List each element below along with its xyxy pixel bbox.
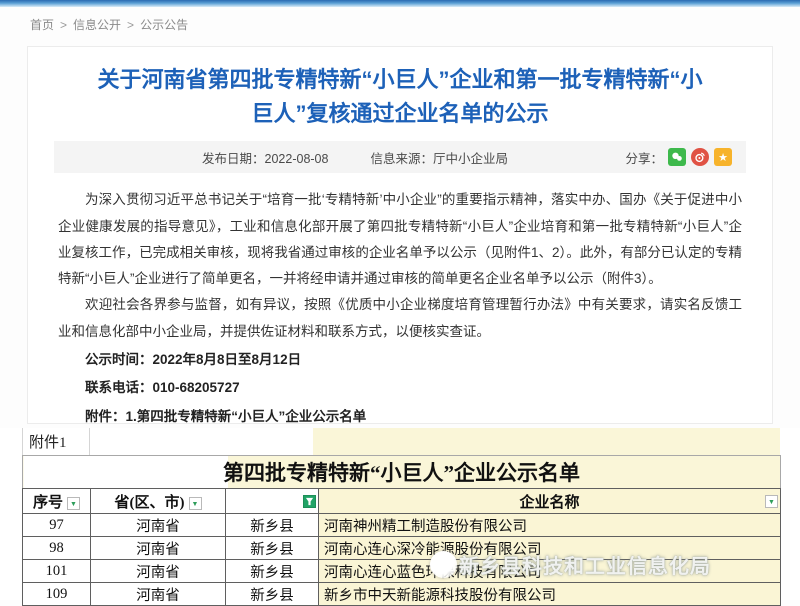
wechat-bubbles-glyph bbox=[671, 151, 683, 163]
cell-company: 河南心连心深冷能源股份有限公司 bbox=[319, 537, 781, 560]
publish-date-value: 2022-08-08 bbox=[265, 152, 329, 166]
cell-county: 新乡县 bbox=[226, 560, 319, 583]
article-paragraph: 为深入贯彻习近平总书记关于“培育一批‘专精特新’中小企业”的重要指示精神，落实中… bbox=[58, 187, 742, 292]
breadcrumb-separator: > bbox=[60, 18, 67, 32]
filter-dropdown-icon[interactable]: ▼ bbox=[67, 497, 80, 510]
cell-seq: 97 bbox=[23, 514, 91, 537]
cell-seq: 109 bbox=[23, 583, 91, 606]
breadcrumb-section[interactable]: 信息公开 bbox=[73, 18, 121, 32]
wechat-share-icon[interactable] bbox=[668, 148, 686, 166]
table-row: 97 河南省 新乡县 河南神州精工制造股份有限公司 bbox=[23, 514, 781, 537]
info-source: 信息来源：厅中小企业局 bbox=[370, 148, 508, 167]
weibo-glyph bbox=[694, 151, 706, 163]
table-row: 109 河南省 新乡县 新乡市中天新能源科技股份有限公司 bbox=[23, 583, 781, 606]
table-header-row: 序号 ▼ 省(区、市) ▼ 企业名称 ▼ bbox=[23, 489, 781, 514]
publish-date-label: 发布日期： bbox=[202, 152, 265, 166]
cell-province: 河南省 bbox=[91, 514, 226, 537]
breadcrumb-separator: > bbox=[127, 18, 134, 32]
yellow-column-spacer bbox=[313, 428, 780, 455]
company-header-label: 企业名称 bbox=[519, 495, 579, 511]
contact-phone-line: 联系电话：010-68205727 bbox=[58, 375, 742, 401]
cell-county: 新乡县 bbox=[226, 514, 319, 537]
table-title: 第四批专精特新“小巨人”企业公示名单 bbox=[23, 456, 781, 489]
breadcrumb: 首页 > 信息公开 > 公示公告 bbox=[30, 16, 188, 33]
filter-active-icon[interactable] bbox=[303, 495, 316, 508]
attachment-1: 1.第四批专精特新“小巨人”企业公示名单 bbox=[126, 409, 367, 424]
cell-county: 新乡县 bbox=[226, 583, 319, 606]
column-header-seq: 序号 ▼ bbox=[23, 489, 91, 514]
cell-seq: 101 bbox=[23, 560, 91, 583]
weibo-share-icon[interactable] bbox=[691, 148, 709, 166]
info-source-value: 厅中小企业局 bbox=[433, 152, 508, 166]
share-bar: 分享： ★ bbox=[625, 148, 732, 167]
attachments-label: 附件： bbox=[85, 409, 126, 424]
table-row: 98 河南省 新乡县 河南心连心深冷能源股份有限公司 bbox=[23, 537, 781, 560]
cell-company: 河南心连心蓝色环保科技有限公司 bbox=[319, 560, 781, 583]
column-header-province: 省(区、市) ▼ bbox=[91, 489, 226, 514]
attachment-line-1: 附件：1.第四批专精特新“小巨人”企业公示名单 bbox=[58, 404, 742, 430]
cell-province: 河南省 bbox=[91, 537, 226, 560]
table-title-row: 第四批专精特新“小巨人”企业公示名单 bbox=[23, 456, 781, 489]
star-icon: ★ bbox=[718, 151, 728, 164]
breadcrumb-current: 公示公告 bbox=[140, 18, 188, 32]
breadcrumb-home[interactable]: 首页 bbox=[30, 18, 54, 32]
filter-dropdown-icon[interactable]: ▼ bbox=[189, 497, 202, 510]
notice-time-line: 公示时间：2022年8月8日至8月12日 bbox=[58, 347, 742, 373]
cell-seq: 98 bbox=[23, 537, 91, 560]
article-meta-bar: 发布日期：2022-08-08 信息来源：厅中小企业局 分享： ★ bbox=[54, 141, 746, 173]
filter-dropdown-icon[interactable]: ▼ bbox=[765, 495, 778, 508]
column-header-county bbox=[226, 489, 319, 514]
attachment-label-cell: 附件1 bbox=[22, 428, 90, 455]
sheet-top-row: 附件1 bbox=[0, 428, 800, 455]
table-row: 101 河南省 新乡县 河南心连心蓝色环保科技有限公司 bbox=[23, 560, 781, 583]
company-table: 第四批专精特新“小巨人”企业公示名单 序号 ▼ 省(区、市) ▼ 企业名称 ▼ 97 … bbox=[22, 455, 781, 606]
info-source-label: 信息来源： bbox=[370, 152, 433, 166]
seq-header-label: 序号 bbox=[33, 495, 63, 511]
top-gradient-bar bbox=[0, 0, 800, 7]
qzone-share-icon[interactable]: ★ bbox=[714, 148, 732, 166]
share-label: 分享： bbox=[625, 148, 663, 167]
cell-company: 河南神州精工制造股份有限公司 bbox=[319, 514, 781, 537]
attachment-spreadsheet: 附件1 第四批专精特新“小巨人”企业公示名单 序号 ▼ 省(区、市) ▼ 企业名称 ▼… bbox=[0, 428, 800, 600]
publish-date: 发布日期：2022-08-08 bbox=[202, 148, 328, 167]
cell-company: 新乡市中天新能源科技股份有限公司 bbox=[319, 583, 781, 606]
article-paragraph: 欢迎社会各界参与监督，如有异议，按照《优质中小企业梯度培育管理暂行办法》中有关要… bbox=[58, 292, 742, 345]
article-card: 关于河南省第四批专精特新“小巨人”企业和第一批专精特新“小巨人”复核通过企业名单… bbox=[27, 46, 773, 424]
funnel-icon bbox=[305, 497, 314, 506]
column-header-company: 企业名称 ▼ bbox=[319, 489, 781, 514]
page-title: 关于河南省第四批专精特新“小巨人”企业和第一批专精特新“小巨人”复核通过企业名单… bbox=[90, 63, 710, 131]
cell-province: 河南省 bbox=[91, 583, 226, 606]
province-header-label: 省(区、市) bbox=[115, 495, 185, 511]
cell-county: 新乡县 bbox=[226, 537, 319, 560]
cell-province: 河南省 bbox=[91, 560, 226, 583]
